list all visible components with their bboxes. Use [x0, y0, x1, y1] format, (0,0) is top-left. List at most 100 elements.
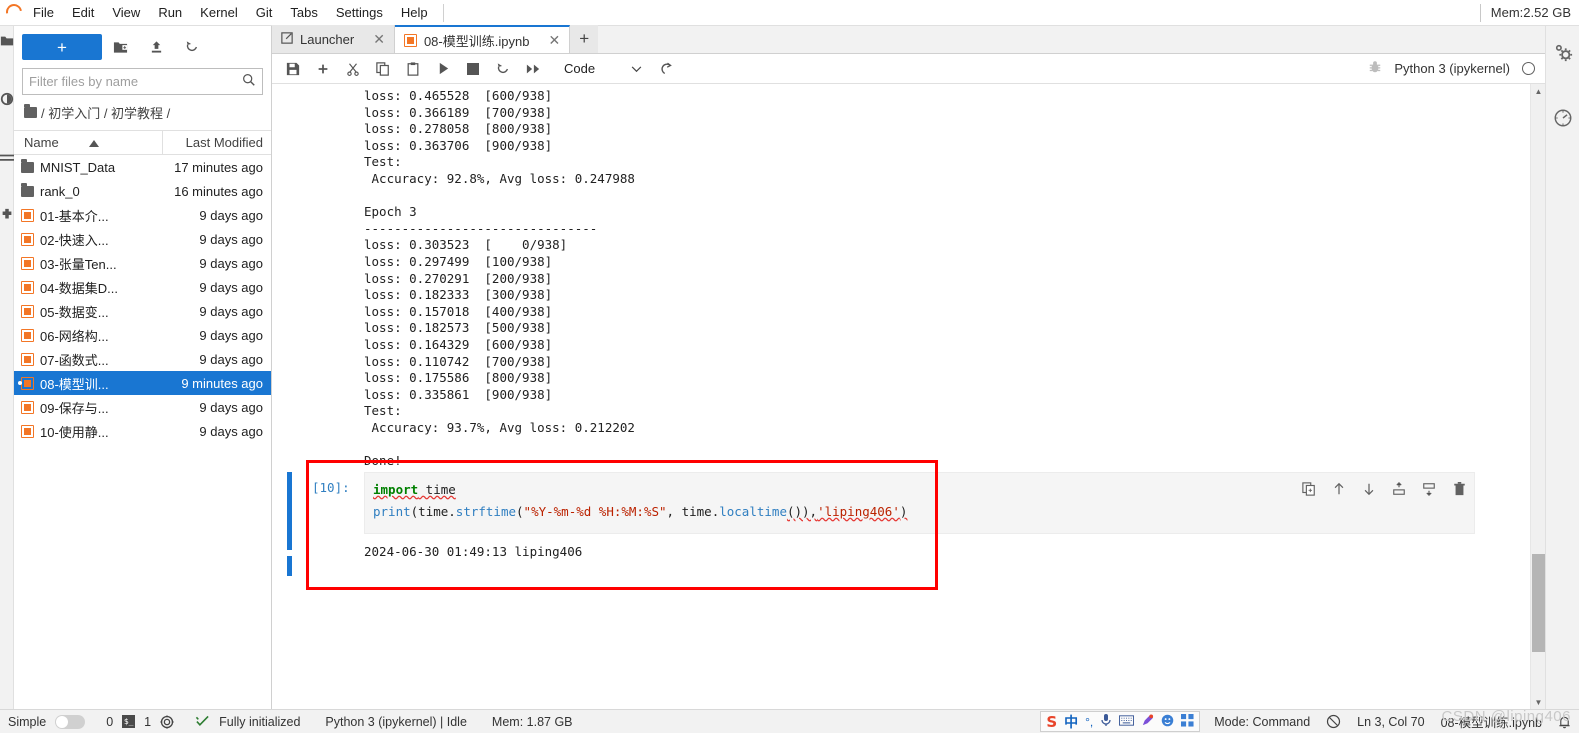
menu-edit[interactable]: Edit: [63, 1, 103, 24]
insert-cell-above-icon[interactable]: [1386, 478, 1412, 500]
emoji-icon[interactable]: [1161, 714, 1174, 730]
notification-off-icon[interactable]: [1326, 714, 1341, 729]
menu-file[interactable]: File: [24, 1, 63, 24]
code-tag-string: 'liping406': [817, 503, 900, 519]
file-list-item[interactable]: 07-函数式... 9 days ago: [14, 347, 271, 371]
scrollbar-thumb[interactable]: [1532, 554, 1545, 652]
menu-run[interactable]: Run: [149, 1, 191, 24]
ime-toolbar[interactable]: S 中 °,: [1040, 711, 1201, 732]
file-list-item[interactable]: MNIST_Data 17 minutes ago: [14, 155, 271, 179]
file-name: 01-基本介...: [40, 208, 109, 224]
apps-icon[interactable]: [1181, 713, 1194, 730]
code-paren4: ()),: [786, 503, 818, 519]
file-list-item[interactable]: rank_0 16 minutes ago: [14, 179, 271, 203]
file-modified: 16 minutes ago: [174, 183, 263, 199]
kernel-name-label[interactable]: Python 3 (ipykernel): [1394, 61, 1510, 76]
chevron-down-icon[interactable]: [631, 61, 642, 76]
code-format-string: "%Y-%m-%d %H:%M:%S": [523, 503, 667, 519]
move-cell-up-icon[interactable]: [1326, 478, 1352, 500]
bell-icon[interactable]: [1558, 715, 1571, 729]
file-modified: 9 days ago: [199, 423, 263, 439]
notebook-toolbar: Code Python 3 (ipykernel): [272, 54, 1545, 84]
kernel-sessions-icon[interactable]: [160, 714, 174, 729]
copy-icon[interactable]: [368, 55, 398, 83]
file-modified: 17 minutes ago: [174, 159, 263, 175]
status-memory-label: Mem: 1.87 GB: [491, 714, 573, 729]
paste-icon[interactable]: [398, 55, 428, 83]
color-pen-icon[interactable]: [1141, 713, 1154, 730]
file-modified: 9 days ago: [199, 279, 263, 295]
file-list-item[interactable]: 08-模型训... 9 minutes ago: [14, 371, 271, 395]
code-cell[interactable]: [10]: import time print(time.strftime("%…: [272, 471, 1530, 576]
filter-files-input[interactable]: [29, 74, 242, 89]
scroll-down-arrow-icon[interactable]: ▼: [1531, 695, 1545, 709]
delete-cell-icon[interactable]: [1446, 478, 1472, 500]
upload-icon[interactable]: [138, 34, 174, 60]
new-tab-button[interactable]: +: [570, 25, 599, 53]
scroll-up-arrow-icon[interactable]: ▲: [1531, 84, 1545, 98]
column-modified-header[interactable]: Last Modified: [163, 135, 271, 150]
bug-icon[interactable]: [1368, 60, 1382, 77]
code-paren3: , time.: [666, 503, 720, 519]
new-launcher-button[interactable]: +: [22, 34, 102, 60]
tab-launcher[interactable]: Launcher ✕: [272, 25, 395, 53]
menu-view[interactable]: View: [103, 1, 149, 24]
simple-mode-toggle[interactable]: [55, 714, 86, 729]
file-list-item[interactable]: 04-数据集D... 9 days ago: [14, 275, 271, 299]
restart-icon[interactable]: [488, 55, 518, 83]
stop-icon[interactable]: [458, 55, 488, 83]
refresh-icon[interactable]: [174, 34, 210, 60]
punctuation-icon[interactable]: °,: [1085, 715, 1093, 729]
tab-notebook[interactable]: 08-模型训练.ipynb ✕: [394, 25, 571, 53]
file-name: rank_0: [40, 183, 80, 199]
file-list-item[interactable]: 01-基本介... 9 days ago: [14, 203, 271, 227]
insert-cell-below-icon[interactable]: [1416, 478, 1442, 500]
file-name: 09-保存与...: [40, 400, 109, 416]
debugger-gauge-icon[interactable]: [1546, 98, 1579, 138]
move-cell-down-icon[interactable]: [1356, 478, 1382, 500]
file-list-item[interactable]: 09-保存与... 9 days ago: [14, 395, 271, 419]
terminal-icon[interactable]: $_: [122, 715, 136, 728]
interrupt-loop-icon[interactable]: [652, 55, 682, 83]
file-list-item[interactable]: 05-数据变... 9 days ago: [14, 299, 271, 323]
restart-run-all-icon[interactable]: [518, 55, 548, 83]
kernel-idle-circle-icon[interactable]: [1522, 62, 1535, 75]
ime-mode-chinese[interactable]: 中: [1064, 712, 1078, 732]
file-filter-box[interactable]: [22, 68, 263, 95]
run-icon[interactable]: [428, 55, 458, 83]
sogou-logo-icon[interactable]: S: [1046, 713, 1057, 731]
launcher-icon: [281, 31, 293, 47]
save-icon[interactable]: [278, 55, 308, 83]
kernel-info-label[interactable]: Python 3 (ipykernel) | Idle: [325, 715, 467, 729]
cut-icon[interactable]: [338, 55, 368, 83]
menu-git[interactable]: Git: [247, 1, 282, 24]
insert-cell-icon[interactable]: [308, 55, 338, 83]
file-list-item[interactable]: 03-张量Ten... 9 days ago: [14, 251, 271, 275]
breadcrumb-folder-icon[interactable]: [24, 104, 37, 118]
keyboard-icon[interactable]: [1119, 714, 1135, 729]
breadcrumb[interactable]: / 初学入门 / 初学教程 /: [14, 101, 271, 131]
cell-type-select[interactable]: Code: [560, 59, 646, 78]
menu-kernel[interactable]: Kernel: [191, 1, 247, 24]
file-modified: 9 days ago: [199, 399, 263, 415]
notebook-scrollbar[interactable]: ▲ ▼: [1530, 84, 1545, 709]
property-inspector-gear-icon[interactable]: [1546, 32, 1579, 72]
file-list-item[interactable]: 02-快速入... 9 days ago: [14, 227, 271, 251]
file-list-item[interactable]: 06-网络构... 9 days ago: [14, 323, 271, 347]
column-name-header[interactable]: Name: [14, 131, 163, 154]
duplicate-cell-icon[interactable]: [1296, 478, 1322, 500]
menu-tabs[interactable]: Tabs: [281, 1, 326, 24]
close-icon[interactable]: ✕: [361, 31, 385, 48]
git-status-label: Fully initialized: [219, 714, 301, 729]
cursor-position-label[interactable]: Ln 3, Col 70: [1357, 715, 1424, 729]
notebook-scroll-area[interactable]: loss: 0.465528 [600/938] loss: 0.366189 …: [272, 84, 1530, 709]
close-icon[interactable]: ✕: [536, 32, 560, 49]
menu-help[interactable]: Help: [392, 1, 437, 24]
menu-settings[interactable]: Settings: [327, 1, 392, 24]
breadcrumb-path[interactable]: / 初学入门 / 初学教程 /: [41, 103, 170, 122]
file-list-item[interactable]: 10-使用静... 9 days ago: [14, 419, 271, 443]
sort-ascending-icon[interactable]: [88, 135, 99, 150]
file-name: 05-数据变...: [40, 304, 109, 320]
microphone-icon[interactable]: [1100, 713, 1112, 730]
new-folder-icon[interactable]: [102, 34, 138, 60]
